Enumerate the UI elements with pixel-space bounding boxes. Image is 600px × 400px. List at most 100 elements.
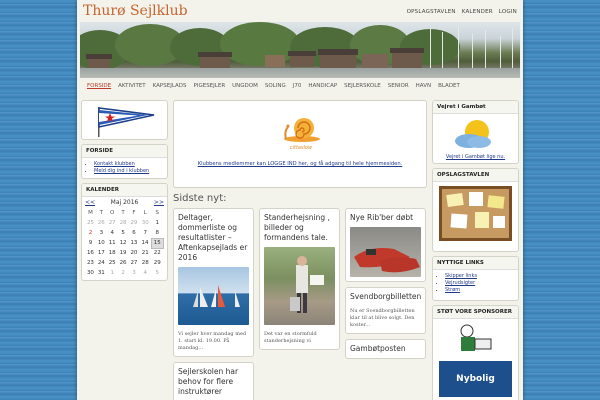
intro-box: cittaslow Klubbens medlemmer kan LOGGE I… [173, 100, 427, 188]
calendar-day[interactable]: 10 [96, 238, 107, 248]
forside-box: FORSIDE Kontakt klubben Meld dig ind i k… [81, 144, 168, 179]
calendar-day[interactable]: 28 [139, 258, 151, 268]
sponsor-nybolig-logo[interactable]: Nybolig [439, 361, 512, 397]
weather-title: Vejret i Gambøt [433, 101, 518, 114]
calendar-day[interactable]: 7 [139, 228, 151, 238]
link-meld-dig-ind[interactable]: Meld dig ind i klubben [94, 168, 149, 174]
calendar-day: 4 [143, 270, 147, 276]
top-link-kalender[interactable]: KALENDER [462, 9, 493, 15]
calendar-day: 27 [108, 220, 116, 226]
calendar-day: 29 [130, 220, 138, 226]
link-skipper[interactable]: Skipper links [445, 273, 477, 279]
post-card[interactable]: Deltager, dommerliste og resultatlister … [173, 208, 254, 357]
post-excerpt: Det var en stormfuld standerhejsning vi [264, 331, 317, 344]
weekday: T [99, 210, 103, 216]
calendar-day[interactable]: 20 [129, 248, 140, 258]
posts-grid: Deltager, dommerliste og resultatlister … [173, 208, 427, 400]
nav-kapsejlads[interactable]: KAPSEJLADS [153, 83, 187, 89]
useful-links-title: NYTTIGE LINKS [433, 257, 518, 270]
bulletin-board-title: OPSLAGSTAVLEN [433, 169, 518, 182]
useful-links-box: NYTTIGE LINKS Skipper links Vejrudsigter… [432, 256, 519, 301]
calendar-day[interactable]: 4 [107, 228, 118, 238]
bulletin-board-icon[interactable] [433, 182, 518, 246]
post-title[interactable]: Gambøtposten [350, 344, 421, 354]
nav-sejlerskole[interactable]: SEJLERSKOLE [344, 83, 381, 89]
post-title[interactable]: Deltager, dommerliste og resultatlister … [178, 213, 249, 263]
calendar-box: KALENDER << Maj 2016 >> M T O T F L S 25… [81, 183, 168, 281]
calendar-day[interactable]: 2 [85, 228, 96, 238]
post-card[interactable]: Standerhejsning , billeder og formandens… [259, 208, 340, 350]
header-banner-image [80, 22, 520, 78]
calendar-day: 25 [86, 220, 94, 226]
post-title[interactable]: Standerhejsning , billeder og formandens… [264, 213, 335, 243]
calendar-day[interactable]: 8 [151, 228, 163, 238]
post-title[interactable]: Nye Rib'ber døbt [350, 213, 421, 223]
nav-senior[interactable]: SENIOR [388, 83, 409, 89]
nav-aktivitet[interactable]: AKTIVITET [118, 83, 146, 89]
calendar-day[interactable]: 19 [118, 248, 129, 258]
calendar-day[interactable]: 17 [96, 248, 107, 258]
top-link-login[interactable]: LOGIN [499, 9, 517, 15]
nav-havn[interactable]: HAVN [416, 83, 431, 89]
calendar-day[interactable]: 13 [129, 238, 140, 248]
calendar-day[interactable]: 12 [118, 238, 129, 248]
weather-sun-cloud-icon[interactable] [433, 114, 518, 152]
nav-pigesejler[interactable]: PIGESEJLER [194, 83, 226, 89]
calendar-day[interactable]: 14 [139, 238, 151, 248]
calendar-day[interactable]: 25 [107, 258, 118, 268]
nav-j70[interactable]: J70 [293, 83, 302, 89]
top-link-opslagstavlen[interactable]: OPSLAGSTAVLEN [407, 9, 456, 15]
weekday: S [155, 210, 160, 216]
link-vejrudsigter[interactable]: Vejrudsigter [445, 280, 475, 286]
sponsor-cartoon-icon[interactable] [433, 319, 518, 357]
nav-handicap[interactable]: HANDICAP [308, 83, 337, 89]
post-title[interactable]: Svendborgbilletten [350, 292, 421, 302]
club-flag-icon[interactable] [82, 101, 168, 140]
post-image-rib-boats[interactable] [350, 227, 421, 277]
calendar-day[interactable]: 31 [96, 268, 107, 278]
nav-forside[interactable]: FORSIDE [87, 83, 111, 89]
post-card[interactable]: Svendborgbilletten Nu er Svendborgbillet… [345, 287, 426, 334]
calendar-day[interactable]: 9 [85, 238, 96, 248]
calendar-day[interactable]: 22 [151, 248, 163, 258]
calendar-day[interactable]: 6 [129, 228, 140, 238]
calendar-day[interactable]: 11 [107, 238, 118, 248]
calendar-day[interactable]: 5 [118, 228, 129, 238]
calendar-day[interactable]: 18 [107, 248, 118, 258]
site-title[interactable]: Thurø Sejlklub [83, 3, 188, 19]
link-strom[interactable]: Strøm [445, 287, 460, 293]
calendar-day[interactable]: 27 [129, 258, 140, 268]
calendar-day: 1 [110, 270, 114, 276]
post-card[interactable]: Sejlerskolen har behov for flere instruk… [173, 362, 254, 400]
right-sidebar: Vejret i Gambøt Vejret i Gambøt lige nu.… [432, 100, 519, 400]
weekday: O [110, 210, 115, 216]
cittaslow-snail-logo [284, 118, 320, 142]
calendar-day-today[interactable]: 15 [150, 237, 165, 249]
weather-link[interactable]: Vejret i Gambøt lige nu. [433, 154, 518, 160]
calendar-day[interactable]: 21 [139, 248, 151, 258]
calendar-day[interactable]: 26 [118, 258, 129, 268]
login-info-link[interactable]: Klubbens medlemmer kan LOGGE IND her, og… [198, 161, 403, 167]
nav-ungdom[interactable]: UNGDOM [232, 83, 258, 89]
left-sidebar: FORSIDE Kontakt klubben Meld dig ind i k… [81, 100, 168, 285]
post-title[interactable]: Sejlerskolen har behov for flere instruk… [178, 367, 249, 397]
calendar-day[interactable]: 29 [151, 258, 163, 268]
link-kontakt-klubben[interactable]: Kontakt klubben [94, 161, 135, 167]
calendar-grid: M T O T F L S 25 26 27 28 29 30 1 2 3 4 … [85, 208, 165, 278]
nav-soling[interactable]: SOLING [265, 83, 286, 89]
calendar-next-button[interactable]: >> [154, 199, 164, 206]
calendar-day[interactable]: 30 [85, 268, 96, 278]
post-image-speech[interactable] [264, 247, 335, 325]
post-excerpt: Vi sejler hver mandag med 1. start kl. 1… [178, 331, 247, 351]
post-image-sailboats[interactable] [178, 267, 249, 325]
main-content: cittaslow Klubbens medlemmer kan LOGGE I… [173, 100, 427, 400]
calendar-prev-button[interactable]: << [85, 199, 95, 206]
calendar-day[interactable]: 16 [85, 248, 96, 258]
nav-bladet[interactable]: BLADET [438, 83, 460, 89]
calendar-day[interactable]: 24 [96, 258, 107, 268]
calendar-day[interactable]: 23 [85, 258, 96, 268]
calendar-day[interactable]: 3 [96, 228, 107, 238]
post-card[interactable]: Gambøtposten [345, 339, 426, 359]
post-card[interactable]: Nye Rib'ber døbt [345, 208, 426, 282]
calendar-day[interactable]: 1 [151, 218, 163, 228]
